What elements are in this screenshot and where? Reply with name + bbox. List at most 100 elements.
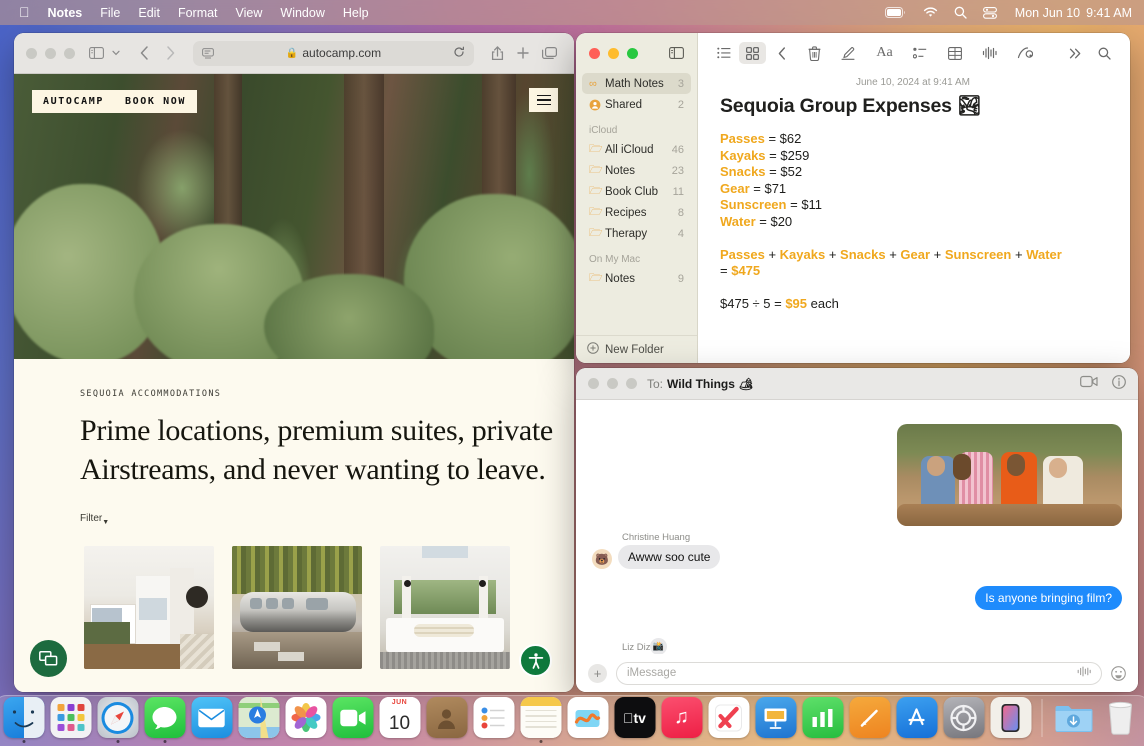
- book-now-button[interactable]: BOOK NOW: [114, 90, 197, 113]
- dock-item-downloads-folder[interactable]: [1053, 697, 1095, 743]
- dock-item-trash[interactable]: [1100, 697, 1142, 743]
- menu-item-view[interactable]: View: [227, 4, 272, 22]
- wifi-icon[interactable]: [915, 7, 946, 18]
- sidebar-item-therapy[interactable]: 🗁 Therapy 4: [582, 223, 691, 244]
- dock-item-app-store[interactable]: [896, 697, 938, 743]
- dock-item-news[interactable]: [708, 697, 750, 743]
- safari-window[interactable]: 🔒 autocamp.com AUTOCAMP BOOK NOW SEQUOIA…: [14, 33, 574, 692]
- plus-icon[interactable]: +: [588, 664, 607, 683]
- close-button[interactable]: [589, 48, 600, 59]
- messages-window[interactable]: To: Wild Things 🏕 Christine H: [576, 368, 1138, 692]
- dock-item-system-settings[interactable]: [943, 697, 985, 743]
- gallery-item-airstream-exterior-forest[interactable]: [232, 546, 362, 669]
- dock-item-finder[interactable]: [3, 697, 45, 743]
- sidebar-item-math-notes[interactable]: ∞ Math Notes 3: [582, 73, 691, 94]
- dock-item-maps[interactable]: [238, 697, 280, 743]
- sidebar-item-notes[interactable]: 🗁 Notes 23: [582, 160, 691, 181]
- minimize-button[interactable]: [607, 378, 618, 389]
- dock-item-pages[interactable]: [849, 697, 891, 743]
- format-icon[interactable]: Aa: [871, 42, 898, 64]
- message-bubble[interactable]: Is anyone bringing film?: [975, 586, 1122, 610]
- gallery-view-icon[interactable]: [739, 42, 766, 64]
- menu-item-help[interactable]: Help: [334, 4, 378, 22]
- dock-item-facetime[interactable]: [332, 697, 374, 743]
- note-content[interactable]: June 10, 2024 at 9:41 AM Sequoia Group E…: [698, 73, 1130, 311]
- menu-item-format[interactable]: Format: [169, 4, 227, 22]
- imessage-input[interactable]: iMessage: [616, 662, 1102, 685]
- sidebar-item-shared[interactable]: Shared 2: [582, 94, 691, 115]
- audio-waveform-icon[interactable]: [1077, 666, 1092, 680]
- filter-label[interactable]: Filter▼: [14, 489, 574, 526]
- dock-item-freeform[interactable]: [567, 697, 609, 743]
- chat-bubble-icon[interactable]: [30, 640, 67, 677]
- group-photo-attachment[interactable]: [897, 424, 1122, 526]
- back-icon[interactable]: [131, 41, 157, 65]
- table-icon[interactable]: [941, 42, 968, 64]
- new-tab-icon[interactable]: [510, 41, 536, 65]
- tapback-camera[interactable]: 📸: [650, 638, 667, 655]
- minimize-button[interactable]: [45, 48, 56, 59]
- dock-item-notes[interactable]: [520, 697, 562, 743]
- battery-icon[interactable]: [877, 7, 915, 18]
- dock-item-numbers[interactable]: [802, 697, 844, 743]
- sidebar-item-all-icloud[interactable]: 🗁 All iCloud 46: [582, 139, 691, 160]
- dock-item-apple-tv[interactable]: tv: [614, 697, 656, 743]
- menu-item-edit[interactable]: Edit: [129, 4, 169, 22]
- menu-bar-clock[interactable]: Mon Jun 109:41 AM: [1005, 6, 1132, 20]
- menu-item-notes[interactable]: Notes: [39, 4, 92, 22]
- zoom-button[interactable]: [626, 378, 637, 389]
- checklist-icon[interactable]: [906, 42, 933, 64]
- markup-icon[interactable]: [1011, 42, 1038, 64]
- control-center-icon[interactable]: [975, 7, 1005, 19]
- reload-icon[interactable]: [453, 46, 465, 61]
- trash-icon[interactable]: [801, 42, 828, 64]
- dock-item-reminders[interactable]: [473, 697, 515, 743]
- safari-traffic-lights[interactable]: [26, 48, 75, 59]
- dock-item-photos[interactable]: [285, 697, 327, 743]
- apple-logo-icon[interactable]: : [10, 5, 39, 19]
- sidebar-icon[interactable]: [83, 41, 109, 65]
- search-icon[interactable]: [1091, 42, 1118, 64]
- notes-window[interactable]: ∞ Math Notes 3 Shared 2 iCloud 🗁 All iCl…: [576, 33, 1130, 363]
- facetime-icon[interactable]: [1080, 375, 1098, 392]
- gallery-item-airstream-bedroom[interactable]: [380, 546, 510, 669]
- sidebar-toggle-icon[interactable]: [669, 47, 684, 59]
- dock-item-launchpad[interactable]: [50, 697, 92, 743]
- chevron-down-icon[interactable]: [109, 41, 123, 65]
- thread-name[interactable]: Wild Things 🏕: [667, 377, 753, 391]
- audio-icon[interactable]: [976, 42, 1003, 64]
- zoom-button[interactable]: [627, 48, 638, 59]
- info-icon[interactable]: [1112, 375, 1126, 392]
- accessibility-icon[interactable]: [519, 644, 552, 677]
- sidebar-item-book-club[interactable]: 🗁 Book Club 11: [582, 181, 691, 202]
- more-icon[interactable]: [1062, 42, 1089, 64]
- dock-item-keynote[interactable]: [755, 697, 797, 743]
- messages-traffic-lights[interactable]: [588, 378, 637, 389]
- hamburger-icon[interactable]: [529, 88, 558, 112]
- minimize-button[interactable]: [608, 48, 619, 59]
- zoom-button[interactable]: [64, 48, 75, 59]
- menu-item-file[interactable]: File: [91, 4, 129, 22]
- back-icon[interactable]: [768, 42, 795, 64]
- dock-item-music[interactable]: ♫: [661, 697, 703, 743]
- site-logo[interactable]: AUTOCAMP: [32, 90, 115, 113]
- sidebar-item-recipes[interactable]: 🗁 Recipes 8: [582, 202, 691, 223]
- message-bubble[interactable]: Awww soo cute: [618, 545, 720, 569]
- new-folder-button[interactable]: New Folder: [576, 335, 697, 363]
- address-bar[interactable]: 🔒 autocamp.com: [193, 41, 474, 66]
- close-button[interactable]: [26, 48, 37, 59]
- close-button[interactable]: [588, 378, 599, 389]
- dock-item-iphone-mirroring[interactable]: [990, 697, 1032, 743]
- share-icon[interactable]: [484, 41, 510, 65]
- sidebar-item-notes-local[interactable]: 🗁 Notes 9: [582, 268, 691, 289]
- menu-item-window[interactable]: Window: [271, 4, 333, 22]
- dock-item-contacts[interactable]: [426, 697, 468, 743]
- notes-traffic-lights[interactable]: [589, 48, 638, 59]
- emoji-icon[interactable]: [1111, 666, 1126, 681]
- avatar[interactable]: 🐻: [592, 549, 612, 569]
- dock-item-messages[interactable]: [144, 697, 186, 743]
- dock-item-calendar[interactable]: JUN 10: [379, 697, 421, 743]
- tab-overview-icon[interactable]: [536, 41, 562, 65]
- list-view-icon[interactable]: [710, 42, 737, 64]
- search-icon[interactable]: [946, 6, 975, 19]
